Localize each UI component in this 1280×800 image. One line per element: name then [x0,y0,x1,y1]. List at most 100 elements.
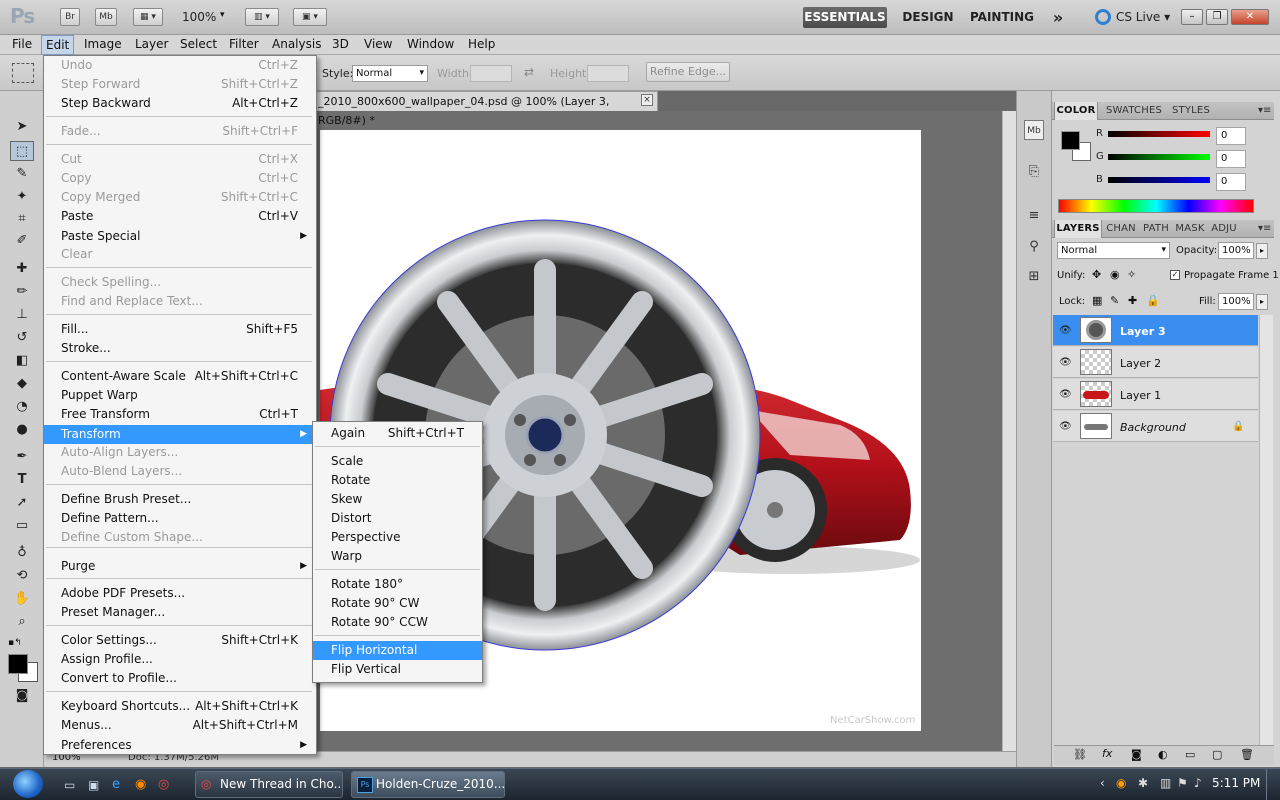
paint-bucket-tool-icon[interactable]: ◆ [10,374,34,394]
arrange-documents-button[interactable]: ▥ ▾ [245,8,279,26]
tray-expand-icon[interactable]: ‹ [1100,776,1105,790]
menu-window[interactable]: Window [403,35,458,55]
edit-menu-item[interactable]: Find and Replace Text... [44,292,316,311]
fill-field[interactable]: 100% [1218,293,1254,310]
edit-menu-item[interactable]: Fill... Shift+F5 [44,320,316,339]
edit-menu-item[interactable]: Convert to Profile... [44,669,316,688]
crop-tool-icon[interactable]: ⌗ [10,209,34,229]
menu-3d[interactable]: 3D [328,35,353,55]
edit-menu-item[interactable]: Paste Special ▶ [44,227,316,246]
layers-scrollbar[interactable] [1259,315,1273,745]
vertical-scrollbar[interactable] [1002,111,1016,751]
layer-name[interactable]: Layer 1 [1120,389,1161,402]
opacity-field[interactable]: 100% [1218,242,1254,259]
tray-volume-icon[interactable]: ♪ [1194,776,1202,790]
close-document-icon[interactable]: × [641,94,653,106]
visibility-eye-icon[interactable]: 👁 [1059,421,1072,433]
blue-value[interactable]: 0 [1216,173,1246,191]
edit-menu-item[interactable]: Keyboard Shortcuts... Alt+Shift+Ctrl+K [44,697,316,716]
zoom-level[interactable]: 100% [182,10,216,24]
edit-menu-item[interactable]: Step Backward Alt+Ctrl+Z [44,94,316,113]
more-workspaces-icon[interactable]: » [1046,7,1070,28]
screen-mode-button[interactable]: ▣ ▾ [293,8,327,26]
edit-menu-item[interactable]: Define Brush Preset... [44,490,316,509]
menu-layer[interactable]: Layer [131,35,172,55]
layers-panel-menu-icon[interactable]: ▾≡ [1258,223,1271,234]
marquee-preset-icon[interactable] [12,63,34,83]
tab-paths[interactable]: PATH [1139,220,1173,238]
transform-menu-item[interactable]: Rotate 180° [313,575,482,594]
tab-channels[interactable]: CHAN [1104,220,1138,238]
new-layer-icon[interactable]: ▢ [1212,748,1222,761]
minimize-button[interactable]: – [1181,9,1203,25]
transform-menu-item[interactable]: Flip Horizontal [313,641,482,660]
menu-image[interactable]: Image [80,35,126,55]
menu-filter[interactable]: Filter [225,35,263,55]
tray-action-center-icon[interactable]: ⚑ [1177,776,1188,790]
edit-menu-item[interactable]: Define Pattern... [44,509,316,528]
tab-layers[interactable]: LAYERS [1054,220,1102,238]
color-spectrum[interactable] [1058,199,1254,213]
zoom-tool-icon[interactable]: ⌕ [10,612,34,632]
opacity-arrow-icon[interactable]: ▸ [1256,243,1268,259]
adjustment-layer-icon[interactable]: ◐ [1158,748,1168,761]
workspace-design[interactable]: DESIGN [898,7,958,28]
brush-tool-icon[interactable]: ✏ [10,282,34,302]
history-brush-tool-icon[interactable]: ↺ [10,328,34,348]
transform-menu-item[interactable]: Warp [313,547,482,566]
lock-image-icon[interactable]: ✎ [1110,294,1119,307]
edit-menu-item[interactable]: Free Transform Ctrl+T [44,405,316,424]
edit-menu-item[interactable]: Assign Profile... [44,650,316,669]
3d-rotate-tool-icon[interactable]: ♁ [10,543,34,563]
maximize-button[interactable]: ❐ [1206,9,1228,25]
edit-menu-item[interactable]: Check Spelling... [44,273,316,292]
3d-orbit-tool-icon[interactable]: ⟲ [10,566,34,586]
height-field[interactable] [587,65,629,82]
tray-bluetooth-icon[interactable]: ✱ [1138,776,1148,790]
view-extras-button[interactable]: ▦ ▾ [133,8,163,26]
layer-name[interactable]: Layer 3 [1120,325,1166,338]
clone-stamp-tool-icon[interactable]: ⊥ [10,305,34,325]
green-value[interactable]: 0 [1216,150,1246,168]
healing-brush-tool-icon[interactable]: ✚ [10,259,34,279]
bridge-button[interactable]: Br [60,8,80,26]
unify-style-icon[interactable]: ✧ [1127,268,1136,281]
actions-panel-icon[interactable]: ⊞ [1024,267,1044,287]
transform-menu-item[interactable]: Rotate 90° CCW [313,613,482,632]
tab-swatches[interactable]: SWATCHES [1102,102,1166,120]
refine-edge-button[interactable]: Refine Edge... [646,62,730,82]
edit-menu-item[interactable]: Transform ▶ [44,425,316,444]
tab-styles[interactable]: STYLES [1170,102,1212,120]
width-field[interactable] [470,65,512,82]
edit-menu-item[interactable]: Paste Ctrl+V [44,207,316,226]
new-group-icon[interactable]: ▭ [1185,748,1195,761]
foreground-color-swatch[interactable] [8,654,28,674]
edit-menu-item[interactable]: Color Settings... Shift+Ctrl+K [44,631,316,650]
edit-menu-item[interactable]: Preset Manager... [44,603,316,622]
transform-menu-item[interactable]: Again Shift+Ctrl+T [313,424,482,443]
lock-transparent-icon[interactable]: ▦ [1092,294,1102,307]
green-slider[interactable] [1108,154,1210,160]
start-button[interactable] [6,768,50,800]
brush-panel-icon[interactable]: ≡ [1024,206,1044,226]
transform-menu-item[interactable]: Distort [313,509,482,528]
edit-menu-item[interactable]: Define Custom Shape... [44,528,316,547]
move-tool-icon[interactable]: ➤ [10,117,34,137]
edit-menu-item[interactable]: Content-Aware Scale Alt+Shift+Ctrl+C [44,367,316,386]
document-tab[interactable]: _2010_800x600_wallpaper_04.psd @ 100% (L… [314,91,658,127]
history-panel-icon[interactable]: ⎘ [1024,162,1044,182]
transform-menu-item[interactable]: Rotate [313,471,482,490]
edit-menu-item[interactable]: Copy Merged Shift+Ctrl+C [44,188,316,207]
delete-layer-icon[interactable]: 🗑 [1240,748,1254,761]
quick-selection-tool-icon[interactable]: ✦ [10,187,34,207]
type-tool-icon[interactable]: T [10,470,34,490]
fill-arrow-icon[interactable]: ▸ [1256,294,1268,310]
color-panel-foreground-swatch[interactable] [1061,131,1080,150]
menu-edit[interactable]: Edit [41,35,75,55]
visibility-eye-icon[interactable]: 👁 [1059,357,1072,369]
red-slider[interactable] [1108,131,1210,137]
show-desktop-button[interactable] [1266,769,1280,800]
layer-name[interactable]: Layer 2 [1120,357,1161,370]
fx-icon[interactable]: fx [1102,747,1112,760]
hand-tool-icon[interactable]: ✋ [10,589,34,609]
